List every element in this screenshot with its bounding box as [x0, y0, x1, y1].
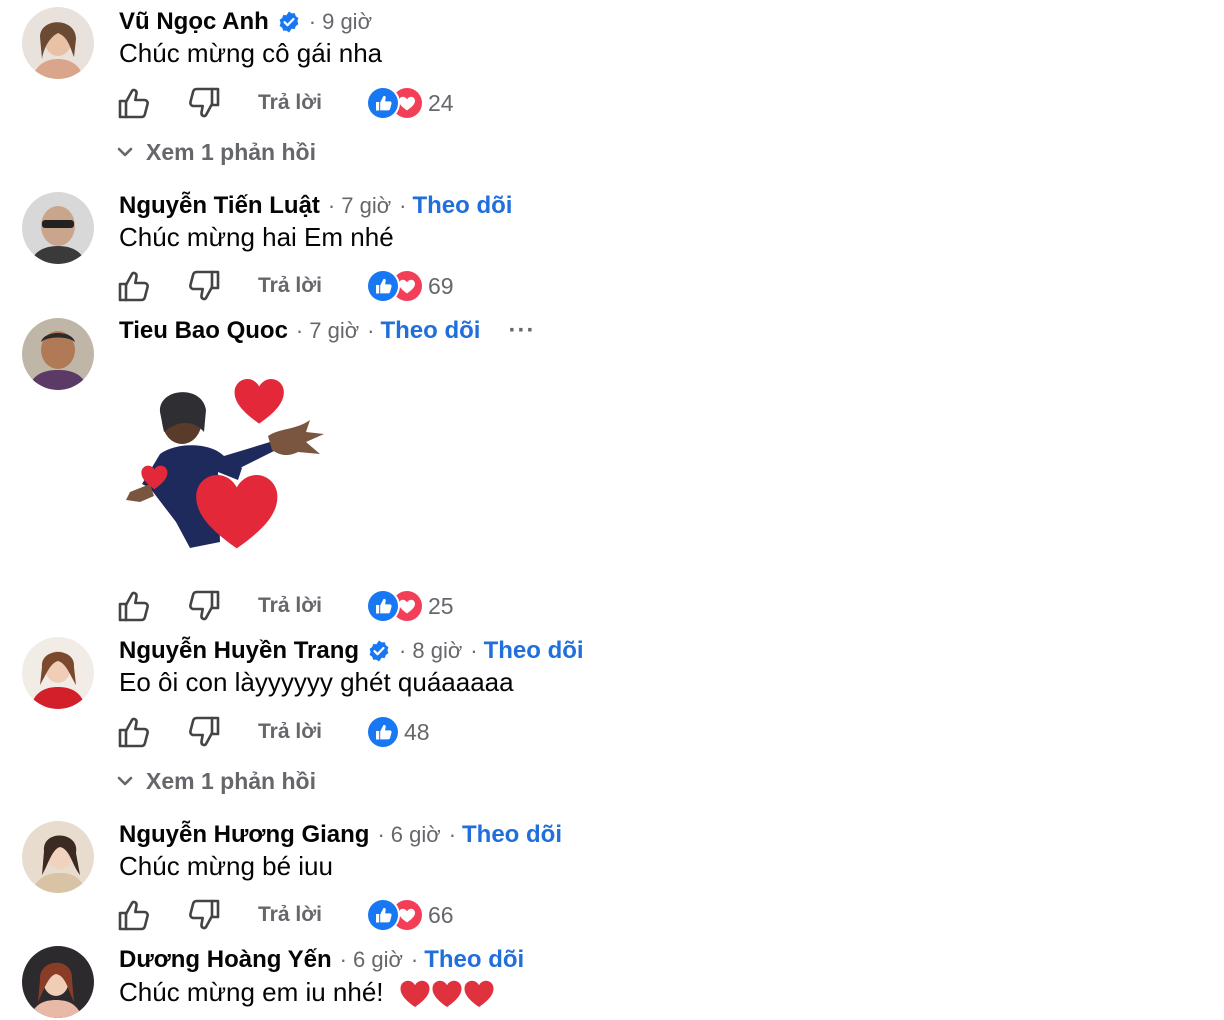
comment-text: Chúc mừng cô gái nha: [119, 38, 383, 68]
thumbs-down-icon[interactable]: [186, 897, 222, 933]
view-replies-label: Xem 1 phản hồi: [146, 138, 316, 165]
comment-header: Tieu Bao Quoc · 7 giờ · Theo dõi ···: [119, 314, 535, 348]
avatar[interactable]: [22, 637, 94, 709]
comment-text: Chúc mừng bé iuu: [119, 851, 333, 881]
separator-dot: ·: [399, 193, 407, 218]
follow-button[interactable]: Theo dõi: [484, 637, 584, 665]
like-reaction-icon: [367, 88, 398, 118]
separator-dot: ·: [339, 947, 347, 972]
comment-text: Eo ôi con làyyyyyy ghét quáaaaaa: [119, 667, 514, 697]
timestamp[interactable]: 6 giờ: [391, 822, 441, 848]
avatar[interactable]: [22, 192, 94, 264]
red-heart-icon: [431, 979, 463, 1009]
comment-header: Dương Hoàng Yến · 6 giờ · Theo dõi: [119, 943, 524, 977]
red-heart-icon: [463, 979, 495, 1009]
red-heart-icon: [399, 979, 431, 1009]
reaction-count: 66: [427, 901, 454, 928]
reply-button[interactable]: Trả lời: [258, 903, 322, 927]
avatar[interactable]: [22, 7, 94, 79]
separator-dot: ·: [399, 638, 407, 663]
chevron-down-icon: [117, 776, 133, 786]
timestamp[interactable]: 9 giờ: [322, 9, 372, 35]
thumbs-down-icon[interactable]: [186, 268, 222, 304]
separator-dot: ·: [308, 9, 317, 34]
sticker-image[interactable]: [120, 372, 332, 552]
chevron-down-icon: [117, 147, 133, 157]
reaction-count: 69: [427, 272, 454, 299]
comment-header: Nguyễn Tiến Luật · 7 giờ · Theo dõi: [119, 189, 512, 223]
reaction-count: 25: [427, 592, 454, 619]
timestamp[interactable]: 7 giờ: [341, 193, 391, 219]
timestamp[interactable]: 6 giờ: [353, 947, 403, 973]
thumbs-up-icon[interactable]: [116, 268, 152, 304]
reply-button[interactable]: Trả lời: [258, 274, 322, 298]
reaction-summary[interactable]: 48: [367, 717, 430, 747]
reaction-summary[interactable]: 69: [367, 271, 454, 301]
separator-dot: ·: [295, 318, 304, 343]
comment-actions: Trả lời 69: [116, 266, 454, 306]
reaction-count: 48: [403, 718, 430, 745]
comment-text: Chúc mừng hai Em nhé: [119, 222, 394, 252]
comment-header: Nguyễn Huyền Trang · 8 giờ · Theo dõi: [119, 634, 584, 668]
author-name[interactable]: Nguyễn Tiến Luật: [119, 192, 320, 220]
like-reaction-icon: [367, 271, 398, 301]
reply-button[interactable]: Trả lời: [258, 720, 322, 744]
comment-actions: Trả lời 24: [116, 83, 454, 123]
separator-dot: ·: [377, 822, 385, 847]
verified-badge-icon: [277, 10, 301, 34]
thumbs-up-icon[interactable]: [116, 85, 152, 121]
thumbs-up-icon[interactable]: [116, 588, 152, 624]
comment-actions: Trả lời 25: [116, 586, 454, 626]
like-reaction-icon: [367, 717, 398, 747]
comment-text-container: Chúc mừng em iu nhé!: [119, 977, 495, 1009]
author-name[interactable]: Vũ Ngọc Anh: [119, 8, 269, 36]
thumbs-up-icon[interactable]: [116, 714, 152, 750]
separator-dot: ·: [367, 318, 375, 343]
reply-button[interactable]: Trả lời: [258, 91, 322, 115]
comment-header: Nguyễn Hương Giang · 6 giờ · Theo dõi: [119, 818, 562, 852]
follow-button[interactable]: Theo dõi: [462, 821, 562, 849]
follow-button[interactable]: Theo dõi: [424, 946, 524, 974]
verified-badge-icon: [367, 639, 391, 663]
comment-text: Chúc mừng em iu nhé!: [119, 977, 384, 1007]
like-reaction-icon: [367, 900, 398, 930]
comment-header: Vũ Ngọc Anh · 9 giờ: [119, 5, 372, 39]
author-name[interactable]: Nguyễn Hương Giang: [119, 821, 369, 849]
separator-dot: ·: [448, 822, 457, 847]
separator-dot: ·: [327, 193, 336, 218]
reaction-summary[interactable]: 25: [367, 591, 454, 621]
follow-button[interactable]: Theo dõi: [412, 192, 512, 220]
comment-actions: Trả lời 66: [116, 895, 454, 935]
view-replies-label: Xem 1 phản hồi: [146, 767, 316, 794]
timestamp[interactable]: 8 giờ: [412, 638, 462, 664]
thumbs-down-icon[interactable]: [186, 85, 222, 121]
author-name[interactable]: Nguyễn Huyền Trang: [119, 637, 359, 665]
view-replies-button[interactable]: Xem 1 phản hồi: [116, 135, 316, 169]
reaction-summary[interactable]: 66: [367, 900, 454, 930]
reply-button[interactable]: Trả lời: [258, 594, 322, 618]
reaction-count: 24: [427, 89, 454, 116]
thumbs-up-icon[interactable]: [116, 897, 152, 933]
avatar[interactable]: [22, 821, 94, 893]
heart-emoji-group: [399, 979, 495, 1009]
separator-dot: ·: [410, 947, 419, 972]
view-replies-button[interactable]: Xem 1 phản hồi: [116, 764, 316, 798]
more-options-icon[interactable]: ···: [508, 317, 535, 345]
separator-dot: ·: [470, 638, 478, 663]
like-reaction-icon: [367, 591, 398, 621]
avatar[interactable]: [22, 318, 94, 390]
thumbs-down-icon[interactable]: [186, 588, 222, 624]
reaction-summary[interactable]: 24: [367, 88, 454, 118]
author-name[interactable]: Tieu Bao Quoc: [119, 317, 288, 345]
avatar[interactable]: [22, 946, 94, 1018]
comment-actions: Trả lời 48: [116, 712, 430, 752]
thumbs-down-icon[interactable]: [186, 714, 222, 750]
author-name[interactable]: Dương Hoàng Yến: [119, 946, 332, 974]
follow-button[interactable]: Theo dõi: [380, 317, 480, 345]
timestamp[interactable]: 7 giờ: [309, 318, 359, 344]
